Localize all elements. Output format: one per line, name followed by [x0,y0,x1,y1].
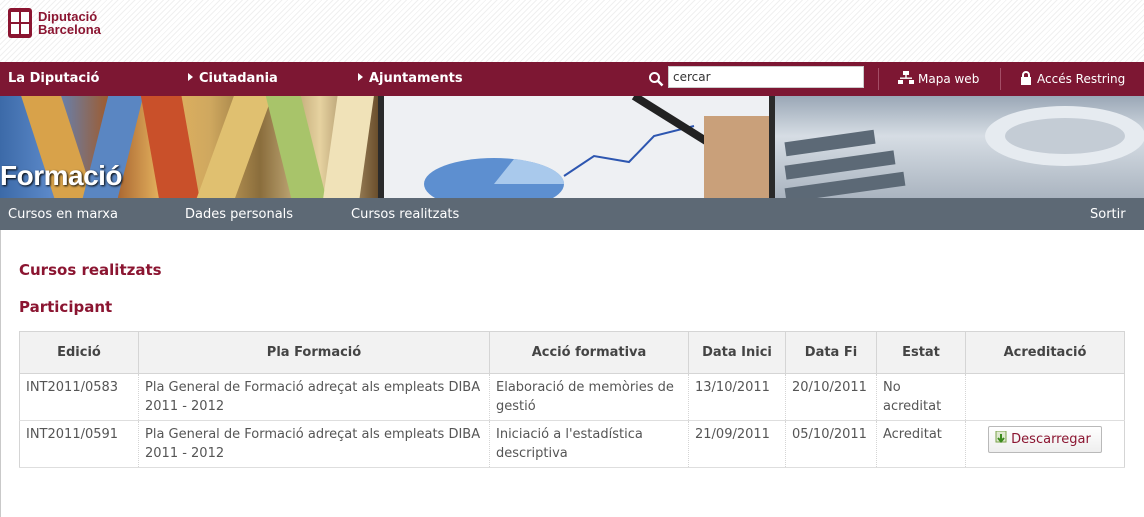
nav-item-ajuntaments[interactable]: Ajuntaments [358,62,463,96]
restricted-access-link[interactable]: Accés Restring [1020,62,1125,96]
content-border [0,230,1,517]
restricted-access-label: Accés Restring [1037,72,1126,86]
cell-acreditacio [965,373,1125,421]
top-header: Diputació Barcelona [0,0,1144,62]
sitemap-label: Mapa web [918,72,980,86]
search-icon[interactable] [648,71,664,87]
triangle-right-icon [358,73,363,81]
triangle-right-icon [188,73,193,81]
cell-estat: Acreditat [876,420,966,468]
cell-accio: Elaboració de memòries de gestió [489,373,689,421]
cell-inici: 13/10/2011 [688,373,786,421]
subnav-dades-personals[interactable]: Dades personals [185,198,293,230]
search-input[interactable] [668,66,864,88]
cell-edicio[interactable]: INT2011/0591 [19,420,139,468]
nav-item-label: Ajuntaments [369,71,463,86]
col-header-inici: Data Inici [688,331,786,374]
banner: Formació [0,96,1144,198]
nav-item-ciutadania[interactable]: Ciutadania [188,62,278,96]
cell-fi: 20/10/2011 [785,373,877,421]
cell-fi: 05/10/2011 [785,420,877,468]
sitemap-link[interactable]: Mapa web [898,62,979,96]
page-title: Cursos realitzats [19,261,162,279]
download-button[interactable]: Descarregar [988,426,1102,453]
download-label: Descarregar [1011,432,1091,447]
banner-image-chart [384,96,769,198]
nav-divider [878,68,879,90]
diputacio-logo-icon [8,8,32,38]
table-row: INT2011/0583 Pla General de Formació adr… [19,373,1125,421]
cell-edicio[interactable]: INT2011/0583 [19,373,139,421]
col-header-edicio: Edició [19,331,139,374]
banner-image-keyboard [775,96,1144,198]
col-header-accio: Acció formativa [489,331,689,374]
cell-inici: 21/09/2011 [688,420,786,468]
table-header-row: Edició Pla Formació Acció formativa Data… [19,331,1125,374]
subnav-cursos-en-marxa[interactable]: Cursos en marxa [8,198,118,230]
cell-pla: Pla General de Formació adreçat als empl… [138,420,490,468]
main-navbar: La Diputació Ciutadania Ajuntaments Mapa… [0,62,1144,96]
nav-item-la-diputacio[interactable]: La Diputació [8,62,99,96]
cell-estat: No acreditat [876,373,966,421]
subnav-cursos-realitzats[interactable]: Cursos realitzats [351,198,459,230]
nav-item-label: Ciutadania [199,71,278,86]
cell-accio: Iniciació a l'estadística descriptiva [489,420,689,468]
table-row: INT2011/0591 Pla General de Formació adr… [19,420,1125,468]
logo[interactable]: Diputació Barcelona [8,8,101,38]
nav-item-label: La Diputació [8,71,100,86]
banner-title: Formació [0,160,123,191]
logo-text: Diputació Barcelona [38,10,101,36]
nav-divider [1000,68,1001,90]
cell-pla: Pla General de Formació adreçat als empl… [138,373,490,421]
col-header-pla: Pla Formació [138,331,490,374]
col-header-estat: Estat [876,331,966,374]
courses-table: Edició Pla Formació Acció formativa Data… [19,331,1125,468]
sub-navbar: Cursos en marxa Dades personals Cursos r… [0,198,1144,230]
col-header-acreditacio: Acreditació [965,331,1125,374]
sitemap-icon [898,71,914,84]
cell-acreditacio: Descarregar [965,420,1125,468]
lock-icon [1021,71,1031,85]
logo-line2: Barcelona [38,22,101,37]
download-arrow-icon [995,431,1007,444]
col-header-fi: Data Fi [785,331,877,374]
logout-link[interactable]: Sortir [1090,198,1126,230]
section-title: Participant [19,298,113,316]
